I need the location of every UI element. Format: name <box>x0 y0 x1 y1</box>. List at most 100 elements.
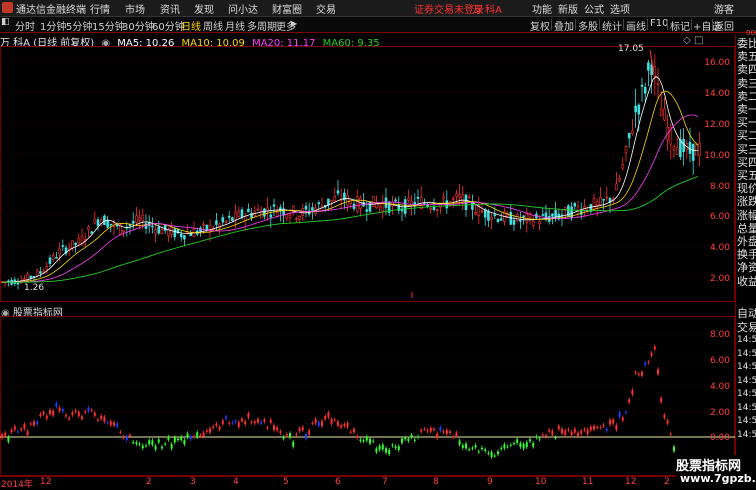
indicator-bar <box>506 446 509 448</box>
candle-body <box>157 226 161 234</box>
indicator-bar <box>103 416 106 422</box>
menu-options[interactable]: 选项 <box>610 1 630 16</box>
indicator-bar <box>404 437 407 440</box>
f10-button[interactable]: F10 <box>650 18 668 29</box>
indicator-bar <box>650 353 653 356</box>
menu-formula[interactable]: 公式 <box>584 1 604 16</box>
menu-news[interactable]: 资讯 <box>160 1 180 16</box>
candle-body <box>131 220 135 224</box>
candle-body <box>487 210 490 221</box>
indicator-bar <box>289 433 291 438</box>
tab-multiperiod[interactable]: 多周期 <box>247 18 277 33</box>
mark-button[interactable]: 标记 <box>670 18 690 33</box>
indicator-bar <box>324 416 327 420</box>
candle-body <box>122 229 125 233</box>
indicator-bar <box>305 434 307 439</box>
tab-5min[interactable]: 5分钟 <box>66 18 92 33</box>
collapse-icon[interactable]: ◇ <box>683 35 691 46</box>
menu-assistant[interactable]: 问小达 <box>228 1 258 16</box>
candle-body <box>643 86 647 94</box>
indicator-bar <box>138 443 141 445</box>
indicator-bar <box>113 422 115 426</box>
guest-label[interactable]: 游客 <box>714 1 734 16</box>
overlay-button[interactable]: 叠加 <box>554 18 574 33</box>
tab-daily[interactable]: 日线 <box>181 18 201 33</box>
candle-body <box>538 221 541 224</box>
menu-market[interactable]: 市场 <box>125 1 145 16</box>
adjust-button[interactable]: 复权 <box>530 18 550 33</box>
tab-30min[interactable]: 30分钟 <box>122 18 155 33</box>
candle-body <box>288 214 292 219</box>
x-axis: 2014年 12 2 3 4 5 6 7 8 9 10 11 12 2 <box>0 476 735 490</box>
indicator-bar <box>93 412 96 416</box>
menu-quotes[interactable]: 行情 <box>90 1 110 16</box>
menu-function[interactable]: 功能 <box>532 1 552 16</box>
candle-body <box>42 271 45 273</box>
indicator-tick: 8.00 <box>709 330 730 340</box>
indicator-bar <box>538 438 541 440</box>
indicator-bar <box>561 428 563 434</box>
quote-row-label: 卖五 <box>737 50 756 64</box>
indicator-bar <box>375 448 378 453</box>
toolbar-divider <box>599 19 600 30</box>
indicator-bar <box>577 432 579 437</box>
stock-code: 000 <box>746 29 756 37</box>
indicator-bar <box>20 428 23 431</box>
indicator-bar <box>231 422 234 424</box>
indicator-bar <box>516 439 519 443</box>
candle-body <box>381 202 385 212</box>
window-toggle-icon[interactable]: □ <box>694 35 703 46</box>
price-frame <box>0 46 735 302</box>
quote-row-label: 买一 <box>737 116 756 130</box>
indicator-chart[interactable] <box>0 316 735 476</box>
menu-newversion[interactable]: 新版 <box>558 1 578 16</box>
candle-body <box>231 217 234 221</box>
indicator-bar <box>327 412 330 418</box>
indicator-bar <box>477 451 480 453</box>
more-chevron-icon[interactable]: ▶ <box>291 19 297 28</box>
indicator-bar <box>439 427 442 431</box>
tab-15min[interactable]: 15分钟 <box>92 18 125 33</box>
indicator-bar <box>145 445 147 447</box>
menu-discover[interactable]: 发现 <box>194 1 214 16</box>
x-tick: 8 <box>433 477 439 487</box>
candle-body <box>71 240 74 249</box>
indicator-bar <box>151 440 154 445</box>
candle-body <box>275 212 279 217</box>
candle-body <box>154 228 157 234</box>
indicator-bar <box>333 419 336 421</box>
indicator-bar <box>340 425 343 428</box>
menu-trade[interactable]: 交易 <box>316 1 336 16</box>
indicator-bar <box>554 437 557 439</box>
candle-body <box>541 214 545 216</box>
price-chart[interactable] <box>0 46 735 302</box>
candle-body <box>48 257 52 264</box>
toolbar-divider <box>623 19 624 30</box>
indicator-bar <box>314 419 317 424</box>
indicator-bar <box>580 430 583 434</box>
draw-button[interactable]: 画线 <box>626 18 646 33</box>
back-button[interactable]: 返回 <box>714 18 734 33</box>
stats-button[interactable]: 统计 <box>602 18 622 33</box>
candle-body <box>237 210 241 218</box>
multistock-button[interactable]: 多股 <box>578 18 598 33</box>
candle-body <box>263 208 266 217</box>
tab-1min[interactable]: 1分钟 <box>40 18 66 33</box>
tab-60min[interactable]: 60分钟 <box>152 18 185 33</box>
indicator-bar <box>279 431 282 434</box>
candle-body <box>327 198 330 206</box>
candle-body <box>573 203 577 207</box>
quote-row-label: 卖三 <box>737 76 756 90</box>
indicator-bar <box>109 421 112 426</box>
indicator-bar <box>372 440 375 442</box>
trade-row-label: 自动 <box>737 307 756 320</box>
indicator-bar <box>10 429 13 433</box>
candle-body <box>679 139 682 158</box>
tab-intraday[interactable]: 分时 <box>15 18 35 33</box>
indicator-bar <box>154 445 157 450</box>
tab-monthly[interactable]: 月线 <box>225 18 245 33</box>
menu-wealth[interactable]: 财富圈 <box>272 1 302 16</box>
tab-weekly[interactable]: 周线 <box>203 18 223 33</box>
indicator-bar <box>250 421 253 423</box>
window-icon[interactable]: ◧ <box>1 17 10 27</box>
